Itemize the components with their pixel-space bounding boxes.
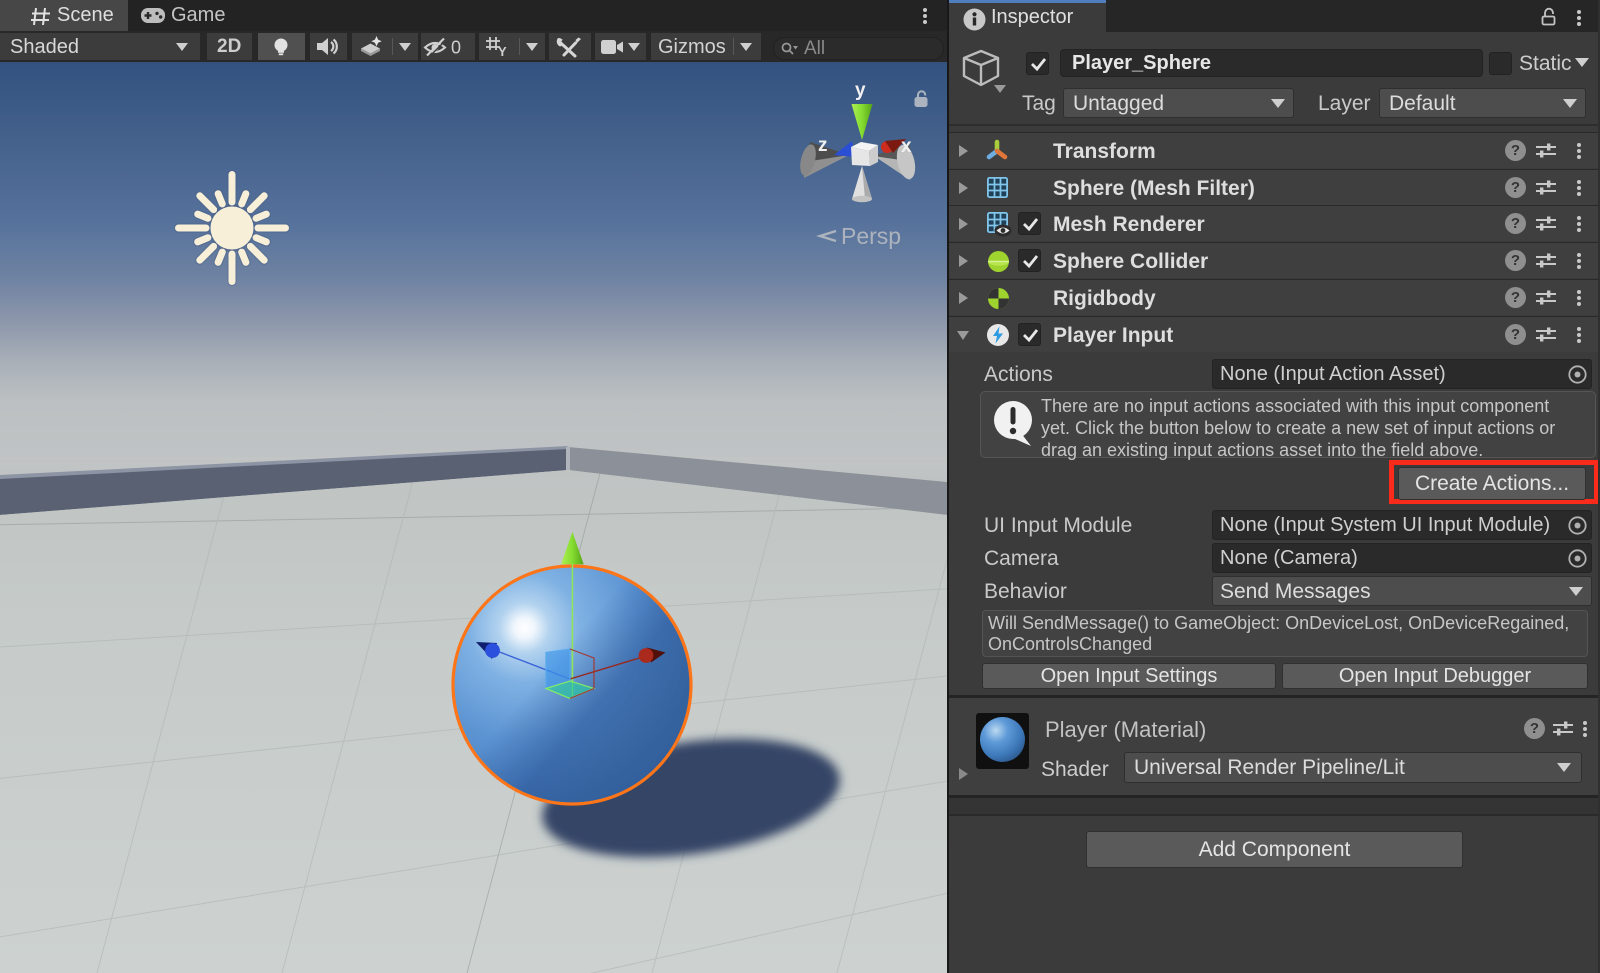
svg-text:0: 0 — [451, 38, 461, 58]
svg-text:y: y — [855, 80, 866, 101]
svg-text:x: x — [901, 136, 912, 157]
svg-text:Y: Y — [498, 44, 507, 57]
svg-text:Persp: Persp — [841, 223, 901, 249]
svg-text:z: z — [818, 135, 828, 156]
